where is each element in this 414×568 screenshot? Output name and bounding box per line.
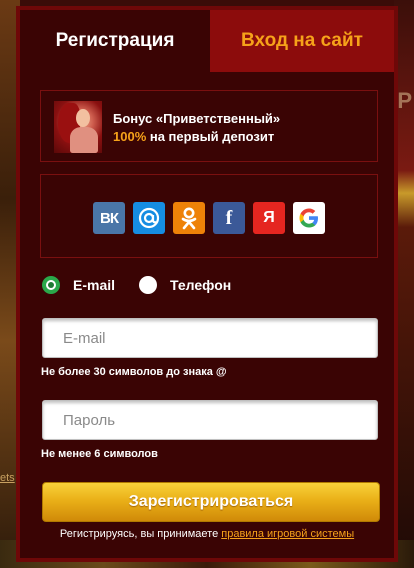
facebook-icon[interactable]: f — [213, 202, 245, 234]
tab-register[interactable]: Регистрация — [20, 10, 210, 72]
bonus-subtitle-rest: на первый депозит — [146, 129, 275, 144]
odnoklassniki-icon[interactable] — [173, 202, 205, 234]
registration-method: E-mail Телефон — [42, 276, 231, 294]
bonus-percent: 100% — [113, 129, 147, 144]
password-field[interactable] — [42, 400, 378, 440]
tab-login[interactable]: Вход на сайт — [210, 10, 394, 72]
register-button[interactable]: Зарегистрироваться — [42, 482, 380, 522]
google-icon[interactable] — [293, 202, 325, 234]
email-hint: Не более 30 символов до знака @ — [41, 366, 227, 378]
social-buttons: ВК f Я — [93, 202, 325, 234]
password-hint: Не менее 6 символов — [41, 448, 158, 460]
terms-notice: Регистрируясь, вы принимаете правила игр… — [20, 528, 394, 540]
yandex-icon[interactable]: Я — [253, 202, 285, 234]
bonus-title: Бонус «Приветственный» — [113, 111, 281, 126]
terms-link[interactable]: правила игровой системы — [221, 528, 354, 540]
radio-phone-label[interactable]: Телефон — [170, 277, 231, 293]
vk-icon[interactable]: ВК — [93, 202, 125, 234]
radio-phone[interactable] — [139, 276, 158, 294]
bonus-banner: Бонус «Приветственный» 100% на первый де… — [40, 90, 378, 162]
background-side-link[interactable]: ets — [0, 472, 15, 484]
radio-email-label[interactable]: E-mail — [73, 277, 115, 293]
background-side-letter: Р — [397, 88, 412, 113]
email-field[interactable] — [42, 318, 378, 358]
social-login-panel: ВК f Я — [40, 174, 378, 258]
mail-ru-icon[interactable] — [133, 202, 165, 234]
radio-email[interactable] — [42, 276, 60, 294]
bonus-image — [54, 101, 102, 153]
auth-tabs: Регистрация Вход на сайт — [20, 10, 394, 72]
terms-text: Регистрируясь, вы принимаете — [59, 528, 222, 540]
bonus-subtitle: 100% на первый депозит — [113, 128, 280, 146]
registration-modal: Регистрация Вход на сайт Бонус «Приветст… — [16, 6, 398, 562]
bonus-text: Бонус «Приветственный» 100% на первый де… — [113, 110, 280, 146]
